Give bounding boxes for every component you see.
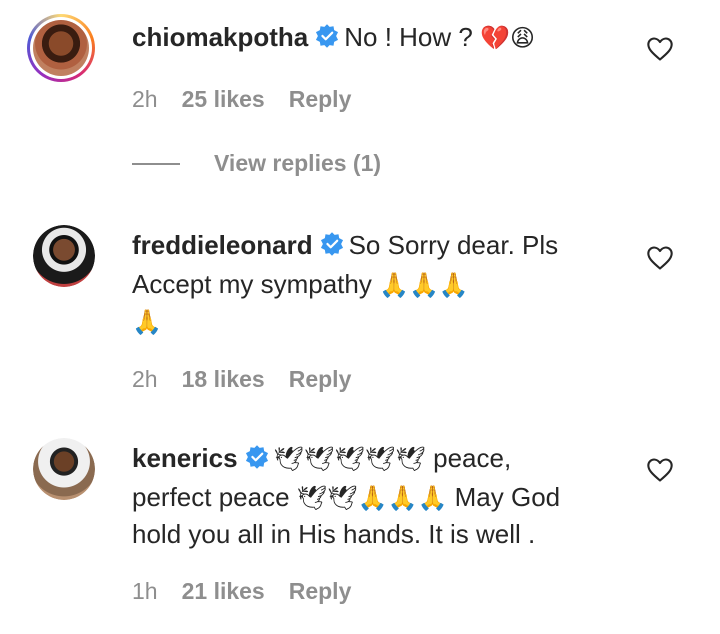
comment-text: chiomakpotha No ! How ? 💔😩 (132, 19, 622, 58)
username[interactable]: kenerics (132, 443, 238, 473)
divider-line (132, 162, 180, 165)
verified-badge-icon (314, 22, 340, 58)
comment-body-line2: Accept my sympathy (132, 269, 372, 299)
comment-meta: 2h 18 likes Reply (132, 366, 351, 393)
comment-body-part4: hold you all in His hands. It is well . (132, 519, 536, 549)
heart-icon[interactable] (646, 457, 674, 483)
timestamp: 1h (132, 578, 158, 604)
view-replies-button[interactable]: View replies (1) (132, 150, 381, 177)
comment-body: No ! How ? (344, 22, 473, 52)
likes-count[interactable]: 21 likes (182, 578, 265, 605)
reply-button[interactable]: Reply (289, 578, 352, 605)
likes-count[interactable]: 25 likes (182, 86, 265, 113)
comment-body-part3: May God (454, 482, 561, 512)
likes-count[interactable]: 18 likes (182, 366, 265, 393)
comment-text: kenerics 🕊🕊🕊🕊🕊 peace, perfect peace 🕊🕊🙏🙏🙏… (132, 440, 622, 552)
comment-body-part1: peace, (433, 443, 512, 473)
emoji: 🙏🙏🙏 (379, 271, 469, 299)
username[interactable]: chiomakpotha (132, 22, 308, 52)
timestamp: 2h (132, 366, 158, 392)
verified-badge-icon (319, 230, 345, 266)
emoji: 💔😩 (480, 24, 535, 52)
verified-badge-icon (244, 443, 270, 479)
comment-meta: 2h 25 likes Reply (132, 86, 351, 113)
heart-icon[interactable] (646, 245, 674, 271)
reply-button[interactable]: Reply (289, 366, 352, 393)
comment-body-line1: So Sorry dear. Pls (348, 230, 559, 260)
timestamp: 2h (132, 86, 158, 112)
emoji: 🕊🕊🙏🙏🙏 (296, 484, 448, 512)
reply-button[interactable]: Reply (289, 86, 352, 113)
avatar[interactable] (27, 14, 95, 82)
comment-body-part2: perfect peace (132, 482, 290, 512)
avatar[interactable] (33, 225, 95, 287)
username[interactable]: freddieleonard (132, 230, 313, 260)
heart-icon[interactable] (646, 36, 674, 62)
emoji: 🕊🕊🕊🕊🕊 (273, 445, 426, 473)
comment-text: freddieleonard So Sorry dear. Pls Accept … (132, 227, 622, 340)
view-replies-label: View replies (1) (214, 150, 382, 176)
comment-meta: 1h 21 likes Reply (132, 578, 351, 605)
avatar[interactable] (33, 438, 95, 500)
emoji: 🙏 (132, 308, 162, 336)
